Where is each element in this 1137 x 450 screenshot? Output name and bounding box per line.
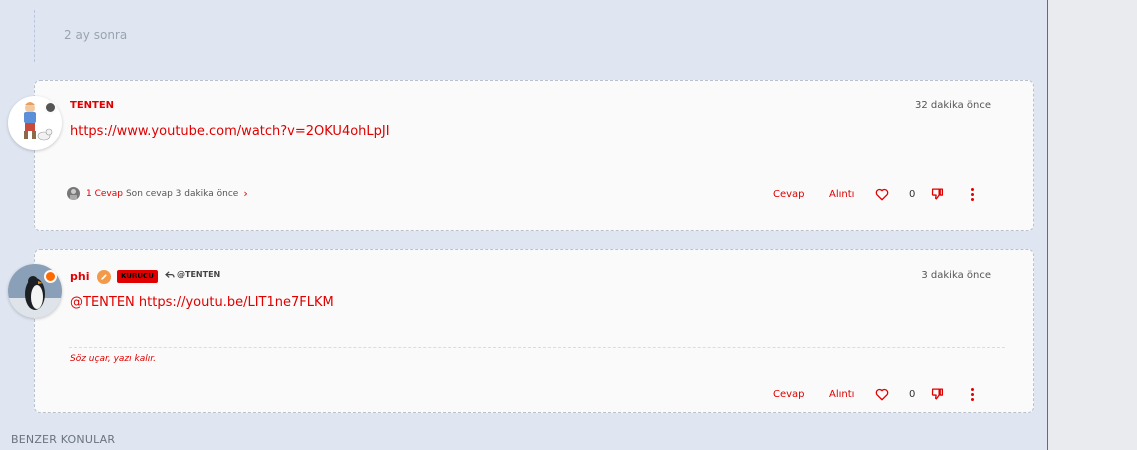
user-signature: Söz uçar, yazı kalır.	[70, 354, 156, 364]
status-indicator	[44, 101, 57, 114]
post-content-link[interactable]: https://www.youtube.com/watch?v=2OKU4ohL…	[70, 124, 390, 139]
group-badge[interactable]: KURUCU	[117, 270, 158, 283]
reply-button[interactable]: Cevap	[773, 189, 829, 200]
more-options-icon[interactable]	[971, 387, 974, 401]
quote-button[interactable]: Alıntı	[829, 389, 875, 400]
post-username[interactable]: phi	[70, 270, 89, 283]
vote-count: 0	[909, 388, 916, 400]
pencil-icon	[97, 270, 111, 284]
post-card: TENTEN 32 dakika önce https://www.youtub…	[34, 80, 1034, 231]
time-gap-label: 2 ay sonra	[64, 28, 128, 42]
chevron-right-icon[interactable]: ›	[243, 187, 247, 200]
post-actions: Cevap Alıntı 0	[773, 387, 974, 401]
signature-divider	[69, 347, 1005, 348]
heart-icon[interactable]	[875, 188, 909, 201]
reply-button[interactable]: Cevap	[773, 389, 829, 400]
post-card: phi KURUCU @TENTEN 3 dakika önce @TENTEN…	[34, 249, 1034, 413]
similar-topics-heading: BENZER KONULAR	[11, 433, 116, 446]
more-options-icon[interactable]	[971, 187, 974, 201]
status-indicator	[44, 270, 57, 283]
reply-to-link[interactable]: @TENTEN	[165, 270, 220, 279]
post-actions: Cevap Alıntı 0	[773, 187, 974, 201]
replies-summary[interactable]: 1 Cevap Son cevap 3 dakika önce ›	[67, 187, 248, 200]
right-sidebar-panel	[1047, 0, 1137, 450]
reply-avatar	[67, 187, 80, 200]
heart-icon[interactable]	[875, 388, 909, 401]
last-reply-time: Son cevap 3 dakika önce	[125, 188, 239, 199]
post-timestamp[interactable]: 32 dakika önce	[915, 100, 991, 111]
post-username[interactable]: TENTEN	[70, 100, 114, 111]
timeline-line	[34, 10, 35, 62]
reply-arrow-icon	[165, 270, 175, 278]
quote-button[interactable]: Alıntı	[829, 189, 875, 200]
vote-count: 0	[909, 188, 916, 200]
post-timestamp[interactable]: 3 dakika önce	[921, 270, 991, 281]
reply-to-user[interactable]: @TENTEN	[177, 270, 220, 279]
thumbs-down-icon[interactable]	[931, 187, 971, 201]
thumbs-down-icon[interactable]	[931, 387, 971, 401]
post-content-link[interactable]: @TENTEN https://youtu.be/LIT1ne7FLKM	[70, 295, 334, 310]
reply-count[interactable]: 1 Cevap	[86, 189, 123, 199]
